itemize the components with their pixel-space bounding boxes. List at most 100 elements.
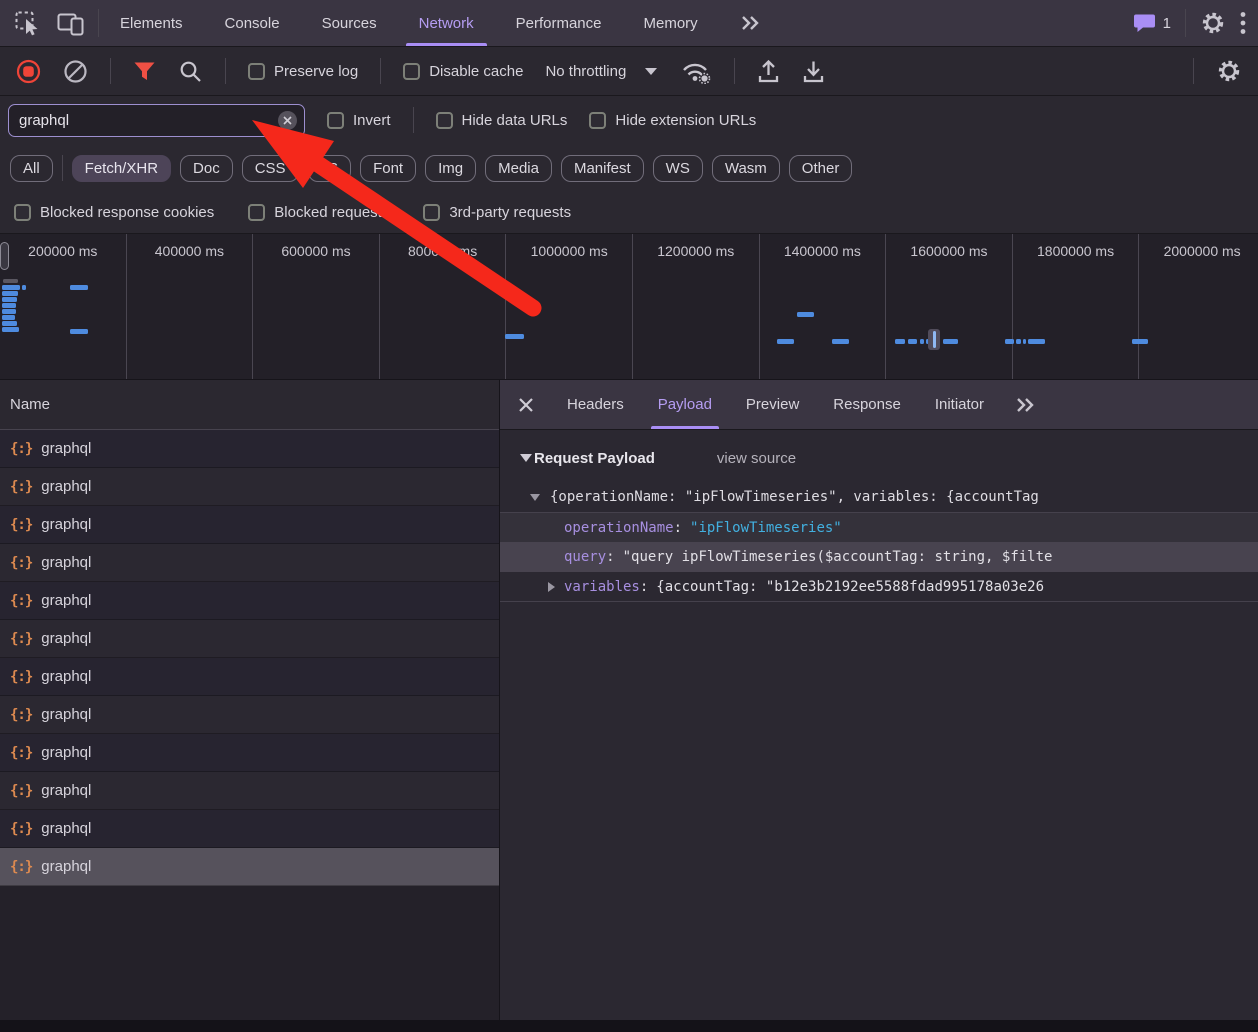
divider bbox=[110, 58, 111, 84]
timeline-tick: 400000 ms bbox=[127, 234, 254, 379]
chip-css[interactable]: CSS bbox=[242, 155, 299, 182]
request-row[interactable]: {:}graphql bbox=[0, 658, 499, 696]
kebab-menu-icon[interactable] bbox=[1240, 11, 1246, 35]
tab-sources[interactable]: Sources bbox=[301, 0, 398, 46]
request-row[interactable]: {:}graphql bbox=[0, 506, 499, 544]
preserve-log-toggle[interactable]: Preserve log bbox=[248, 63, 358, 80]
divider bbox=[1185, 9, 1186, 37]
network-settings-gear-icon[interactable] bbox=[1216, 58, 1242, 84]
import-har-icon[interactable] bbox=[757, 59, 780, 84]
chip-ws[interactable]: WS bbox=[653, 155, 703, 182]
filter-input[interactable] bbox=[8, 104, 305, 137]
close-details-icon[interactable] bbox=[500, 380, 550, 429]
more-details-tabs-icon[interactable] bbox=[1001, 380, 1051, 429]
blocked-requests-toggle[interactable]: Blocked requests bbox=[248, 204, 389, 221]
disable-cache-label: Disable cache bbox=[429, 63, 523, 80]
throttling-select[interactable]: No throttling bbox=[545, 63, 658, 80]
chip-all[interactable]: All bbox=[10, 155, 53, 182]
hide-data-urls-toggle[interactable]: Hide data URLs bbox=[436, 112, 568, 129]
third-party-requests-checkbox[interactable] bbox=[423, 204, 440, 221]
timeline-window-handle[interactable] bbox=[0, 242, 9, 270]
view-source-link[interactable]: view source bbox=[717, 450, 796, 467]
chip-doc[interactable]: Doc bbox=[180, 155, 233, 182]
hide-extension-urls-toggle[interactable]: Hide extension URLs bbox=[589, 112, 756, 129]
settings-gear-icon[interactable] bbox=[1200, 10, 1226, 36]
request-row[interactable]: {:}graphql bbox=[0, 696, 499, 734]
blocked-response-cookies-checkbox[interactable] bbox=[14, 204, 31, 221]
third-party-requests-toggle[interactable]: 3rd-party requests bbox=[423, 204, 571, 221]
chip-js[interactable]: JS bbox=[308, 155, 352, 182]
bottom-edge bbox=[0, 1020, 1258, 1032]
request-row-selected[interactable]: {:}graphql bbox=[0, 848, 499, 886]
device-toolbar-icon[interactable] bbox=[57, 11, 84, 36]
disable-cache-checkbox[interactable] bbox=[403, 63, 420, 80]
json-braces-icon: {:} bbox=[10, 783, 32, 799]
tab-elements[interactable]: Elements bbox=[99, 0, 204, 46]
json-braces-icon: {:} bbox=[10, 593, 32, 609]
request-row[interactable]: {:}graphql bbox=[0, 810, 499, 848]
chip-manifest[interactable]: Manifest bbox=[561, 155, 644, 182]
chip-media[interactable]: Media bbox=[485, 155, 552, 182]
tab-preview[interactable]: Preview bbox=[729, 380, 816, 429]
blocked-requests-checkbox[interactable] bbox=[248, 204, 265, 221]
filter-funnel-icon[interactable] bbox=[133, 61, 156, 82]
request-row[interactable]: {:}graphql bbox=[0, 620, 499, 658]
divider bbox=[413, 107, 414, 133]
chevron-down-icon bbox=[644, 67, 658, 76]
issues-button[interactable]: 1 bbox=[1133, 13, 1171, 34]
blocked-response-cookies-toggle[interactable]: Blocked response cookies bbox=[14, 204, 214, 221]
tab-performance[interactable]: Performance bbox=[495, 0, 623, 46]
more-tabs-icon[interactable] bbox=[719, 0, 783, 46]
chip-fetch-xhr[interactable]: Fetch/XHR bbox=[72, 155, 171, 182]
tab-console[interactable]: Console bbox=[204, 0, 301, 46]
blocked-requests-label: Blocked requests bbox=[274, 204, 389, 221]
payload-row-query[interactable]: query:"query ipFlowTimeseries($accountTa… bbox=[500, 542, 1258, 572]
request-row[interactable]: {:}graphql bbox=[0, 734, 499, 772]
payload-row-operationname[interactable]: operationName:"ipFlowTimeseries" bbox=[500, 512, 1258, 542]
clear-network-log-icon[interactable] bbox=[63, 59, 88, 84]
payload-summary-row[interactable]: {operationName: "ipFlowTimeseries", vari… bbox=[500, 482, 1258, 512]
chip-img[interactable]: Img bbox=[425, 155, 476, 182]
record-network-log-icon[interactable] bbox=[16, 59, 41, 84]
tab-headers[interactable]: Headers bbox=[550, 380, 641, 429]
hide-data-urls-checkbox[interactable] bbox=[436, 112, 453, 129]
clear-filter-icon[interactable] bbox=[278, 111, 297, 130]
preserve-log-checkbox[interactable] bbox=[248, 63, 265, 80]
request-type-filters: All Fetch/XHR Doc CSS JS Font Img Media … bbox=[0, 144, 1258, 192]
expand-triangle-icon[interactable] bbox=[548, 582, 555, 592]
requests-table: Name {:}graphql {:}graphql {:}graphql {:… bbox=[0, 380, 500, 1020]
tab-network[interactable]: Network bbox=[398, 0, 495, 46]
disable-cache-toggle[interactable]: Disable cache bbox=[403, 63, 523, 80]
timeline-tick: 1800000 ms bbox=[1013, 234, 1140, 379]
payload-row-variables[interactable]: variables:{accountTag: "b12e3b2192ee5588… bbox=[500, 572, 1258, 602]
json-braces-icon: {:} bbox=[10, 631, 32, 647]
hide-extension-urls-checkbox[interactable] bbox=[589, 112, 606, 129]
name-column-header[interactable]: Name bbox=[0, 380, 499, 430]
invert-toggle[interactable]: Invert bbox=[327, 112, 391, 129]
expand-triangle-icon[interactable] bbox=[530, 494, 540, 501]
chip-other[interactable]: Other bbox=[789, 155, 853, 182]
request-row[interactable]: {:}graphql bbox=[0, 468, 499, 506]
request-row[interactable]: {:}graphql bbox=[0, 430, 499, 468]
network-conditions-icon[interactable] bbox=[680, 59, 712, 84]
export-har-icon[interactable] bbox=[802, 59, 825, 84]
invert-checkbox[interactable] bbox=[327, 112, 344, 129]
inspect-element-icon[interactable] bbox=[14, 10, 41, 37]
request-row[interactable]: {:}graphql bbox=[0, 772, 499, 810]
request-row[interactable]: {:}graphql bbox=[0, 544, 499, 582]
request-details-panel: Headers Payload Preview Response Initiat… bbox=[500, 380, 1258, 1020]
issues-bubble-icon bbox=[1133, 13, 1156, 34]
collapse-triangle-icon[interactable] bbox=[520, 454, 532, 462]
search-icon[interactable] bbox=[178, 59, 203, 84]
main-tabs: Elements Console Sources Network Perform… bbox=[99, 0, 783, 46]
network-overview-timeline[interactable]: 200000 ms 400000 ms 600000 ms 800000 ms … bbox=[0, 234, 1258, 380]
timeline-tick: 1200000 ms bbox=[633, 234, 760, 379]
divider bbox=[225, 58, 226, 84]
chip-font[interactable]: Font bbox=[360, 155, 416, 182]
tab-initiator[interactable]: Initiator bbox=[918, 380, 1001, 429]
request-row[interactable]: {:}graphql bbox=[0, 582, 499, 620]
tab-response[interactable]: Response bbox=[816, 380, 918, 429]
tab-payload[interactable]: Payload bbox=[641, 380, 729, 429]
tab-memory[interactable]: Memory bbox=[623, 0, 719, 46]
chip-wasm[interactable]: Wasm bbox=[712, 155, 780, 182]
